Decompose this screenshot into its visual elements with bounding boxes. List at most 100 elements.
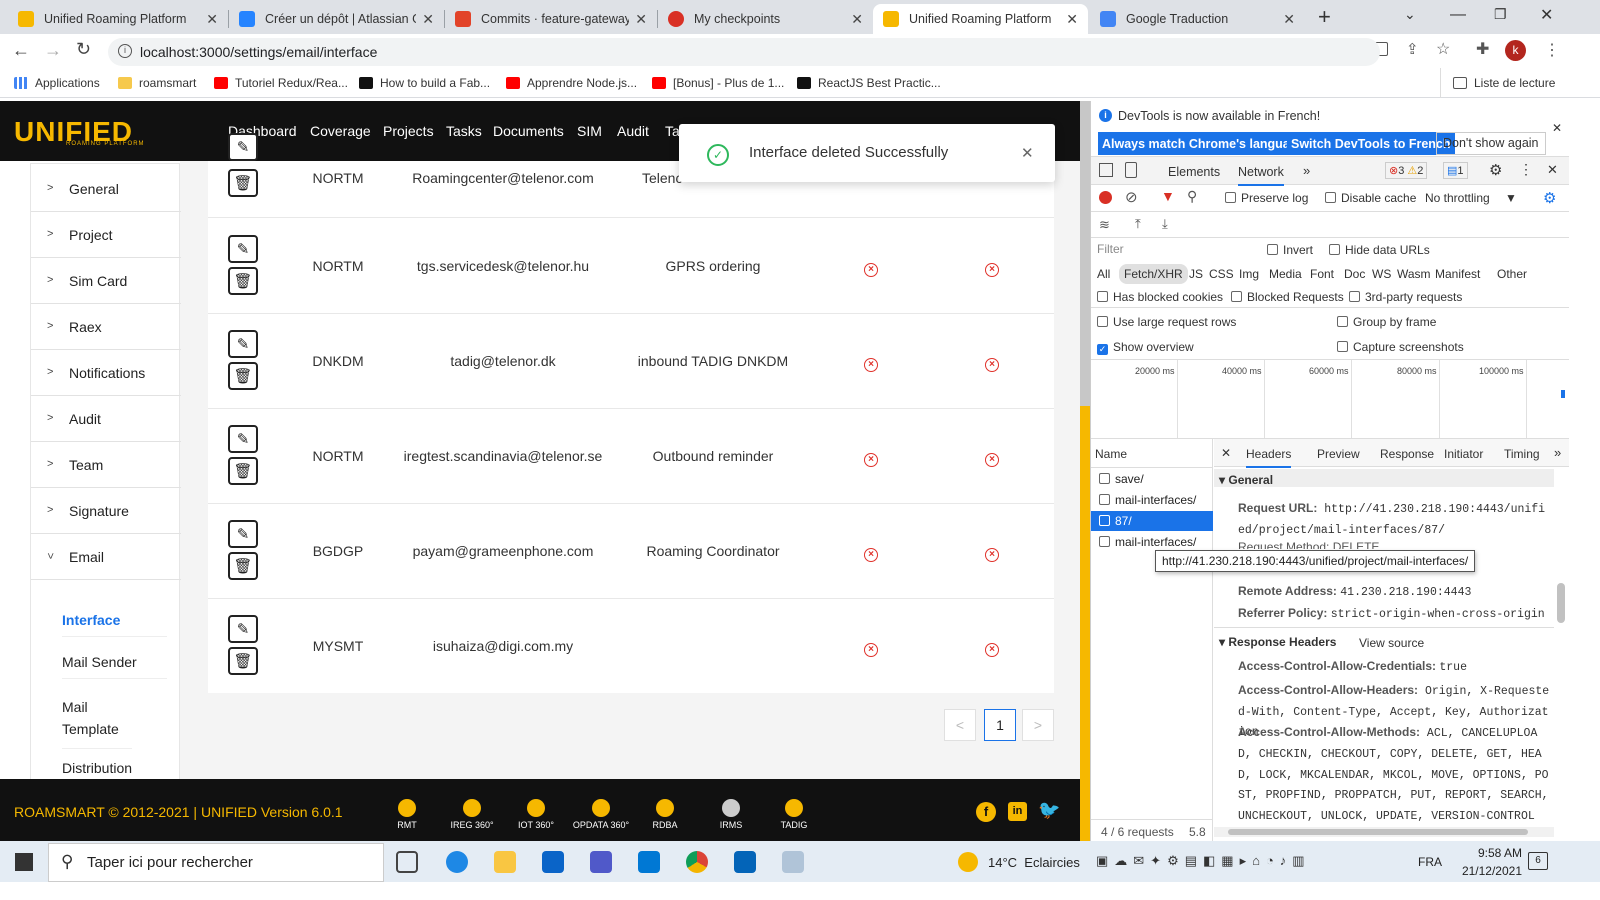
inspect-element-icon[interactable]: [1099, 163, 1113, 177]
profile-avatar[interactable]: k: [1505, 40, 1526, 61]
sidebar-item-audit[interactable]: > Audit: [31, 396, 181, 442]
forward-icon[interactable]: →: [44, 40, 62, 61]
request-row[interactable]: save/: [1091, 469, 1213, 489]
footer-product-tadig[interactable]: TADIG: [770, 799, 818, 830]
disable-cache-checkbox[interactable]: Disable cache: [1325, 191, 1416, 205]
close-tab-icon[interactable]: ✕: [422, 11, 434, 28]
devtools-menu-icon[interactable]: ⋮: [1519, 161, 1533, 178]
system-tray-icons[interactable]: ▣☁✉✦⚙▤◧▦▸⌂◔♪▥: [1096, 853, 1311, 869]
detail-tab-timing[interactable]: Timing: [1504, 447, 1540, 461]
group-by-frame-checkbox[interactable]: Group by frame: [1337, 315, 1436, 329]
type-other[interactable]: Other: [1497, 267, 1527, 281]
sidebar-sub-mail-template[interactable]: Mail Template: [62, 688, 132, 749]
outlook-icon[interactable]: [734, 851, 756, 873]
type-all[interactable]: All: [1097, 267, 1110, 281]
footer-product-irms[interactable]: IRMS: [707, 799, 755, 830]
facebook-icon[interactable]: f: [976, 802, 996, 822]
delete-button[interactable]: 🗑: [228, 552, 258, 580]
filter-funnel-icon[interactable]: ▼: [1161, 188, 1175, 204]
tab-elements[interactable]: Elements: [1168, 165, 1220, 179]
bookmark-link[interactable]: Apprendre Node.js...: [506, 76, 637, 90]
type-ws[interactable]: WS: [1372, 267, 1391, 281]
capture-screenshots-checkbox[interactable]: Capture screenshots: [1337, 340, 1464, 354]
share-icon[interactable]: ⇪: [1406, 40, 1419, 58]
dont-show-button[interactable]: Don't show again: [1436, 132, 1546, 155]
sidebar-sub-interface[interactable]: Interface: [62, 604, 167, 637]
address-bar[interactable]: i localhost:3000/settings/email/interfac…: [108, 38, 1380, 66]
type-media[interactable]: Media: [1269, 267, 1302, 281]
edit-button[interactable]: ✎: [228, 235, 258, 263]
hide-data-urls-checkbox[interactable]: Hide data URLs: [1329, 243, 1430, 257]
export-har-icon[interactable]: ⤓: [1162, 216, 1168, 232]
view-source-link[interactable]: View source: [1359, 636, 1424, 650]
footer-product-rdba[interactable]: RDBA: [641, 799, 689, 830]
bookmark-star-icon[interactable]: ☆: [1436, 39, 1450, 59]
type-fetch-xhr[interactable]: Fetch/XHR: [1119, 264, 1188, 284]
close-tab-icon[interactable]: ✕: [1066, 11, 1078, 28]
close-tab-icon[interactable]: ✕: [1283, 11, 1295, 28]
clock-time[interactable]: 9:58 AM: [1462, 846, 1522, 860]
show-overview-checkbox[interactable]: ✓ Show overview: [1097, 340, 1194, 355]
detail-tab-headers[interactable]: Headers: [1246, 447, 1292, 468]
request-row[interactable]: mail-interfaces/: [1091, 532, 1213, 552]
page-1-button[interactable]: 1: [984, 709, 1016, 741]
more-detail-tabs-icon[interactable]: »: [1554, 445, 1561, 460]
type-img[interactable]: Img: [1239, 267, 1259, 281]
close-window-icon[interactable]: ✕: [1540, 5, 1553, 25]
prev-page-button[interactable]: <: [944, 709, 976, 741]
type-doc[interactable]: Doc: [1344, 267, 1365, 281]
edit-button[interactable]: ✎: [228, 133, 258, 161]
horizontal-scrollbar[interactable]: [1214, 827, 1554, 837]
clear-icon[interactable]: ⊘: [1125, 188, 1138, 206]
delete-button[interactable]: 🗑: [228, 169, 258, 197]
request-row[interactable]: mail-interfaces/: [1091, 490, 1213, 510]
type-font[interactable]: Font: [1310, 267, 1334, 281]
sidebar-item-notifications[interactable]: > Notifications: [31, 350, 181, 396]
detail-scrollbar-thumb[interactable]: [1557, 583, 1565, 623]
next-page-button[interactable]: >: [1022, 709, 1054, 741]
sidebar-item-team[interactable]: > Team: [31, 442, 181, 488]
sidebar-item-project[interactable]: > Project: [31, 212, 181, 258]
throttling-select[interactable]: No throttling ▼: [1425, 191, 1517, 205]
detail-tab-initiator[interactable]: Initiator: [1444, 447, 1483, 461]
detail-tab-response[interactable]: Response: [1380, 447, 1434, 461]
site-info-icon[interactable]: i: [118, 44, 132, 58]
bookmark-link[interactable]: Tutoriel Redux/Rea...: [214, 76, 348, 90]
network-overview[interactable]: 20000 ms 40000 ms 60000 ms 80000 ms 1000…: [1091, 360, 1569, 438]
browser-tab[interactable]: Unified Roaming Platform ✕: [8, 4, 228, 34]
match-language-button[interactable]: Always match Chrome's language: [1098, 132, 1309, 155]
sidebar-item-signature[interactable]: > Signature: [31, 488, 181, 534]
edit-button[interactable]: ✎: [228, 330, 258, 358]
type-js[interactable]: JS: [1189, 267, 1203, 281]
menu-kebab-icon[interactable]: ⋮: [1544, 40, 1560, 60]
invert-checkbox[interactable]: Invert: [1267, 243, 1313, 257]
browser-tab[interactable]: My checkpoints ✕: [658, 4, 873, 34]
sidebar-item-sim-card[interactable]: > Sim Card: [31, 258, 181, 304]
bookmark-folder[interactable]: roamsmart: [118, 76, 196, 90]
close-detail-icon[interactable]: ✕: [1221, 446, 1231, 460]
teams-icon[interactable]: [590, 851, 612, 873]
blocked-requests-checkbox[interactable]: Blocked Requests: [1231, 290, 1344, 304]
type-css[interactable]: CSS: [1209, 267, 1234, 281]
vscode-icon[interactable]: [638, 851, 660, 873]
edit-button[interactable]: ✎: [228, 425, 258, 453]
request-row-selected[interactable]: 87/: [1091, 511, 1213, 531]
sidebar-item-general[interactable]: > General: [31, 166, 181, 212]
third-party-checkbox[interactable]: 3rd-party requests: [1349, 290, 1462, 304]
minimize-icon[interactable]: —: [1450, 6, 1466, 24]
messages-counter[interactable]: ▤1: [1443, 162, 1468, 179]
bookmark-link[interactable]: How to build a Fab...: [359, 76, 490, 90]
input-language[interactable]: FRA: [1418, 855, 1442, 869]
more-tabs-icon[interactable]: »: [1303, 163, 1310, 178]
linkedin-icon[interactable]: in: [1008, 802, 1027, 821]
detail-tab-preview[interactable]: Preview: [1317, 447, 1360, 461]
restore-icon[interactable]: ❐: [1494, 6, 1507, 23]
sidebar-sub-mail-sender[interactable]: Mail Sender: [62, 646, 167, 679]
clock-date[interactable]: 21/12/2021: [1446, 864, 1522, 878]
bookmark-link[interactable]: [Bonus] - Plus de 1...: [652, 76, 784, 90]
sidebar-item-email[interactable]: > Email: [31, 534, 181, 580]
back-icon[interactable]: ←: [12, 40, 30, 61]
close-tab-icon[interactable]: ✕: [851, 11, 863, 28]
bookmark-apps[interactable]: Applications: [14, 76, 100, 90]
type-manifest[interactable]: Manifest: [1435, 267, 1480, 281]
